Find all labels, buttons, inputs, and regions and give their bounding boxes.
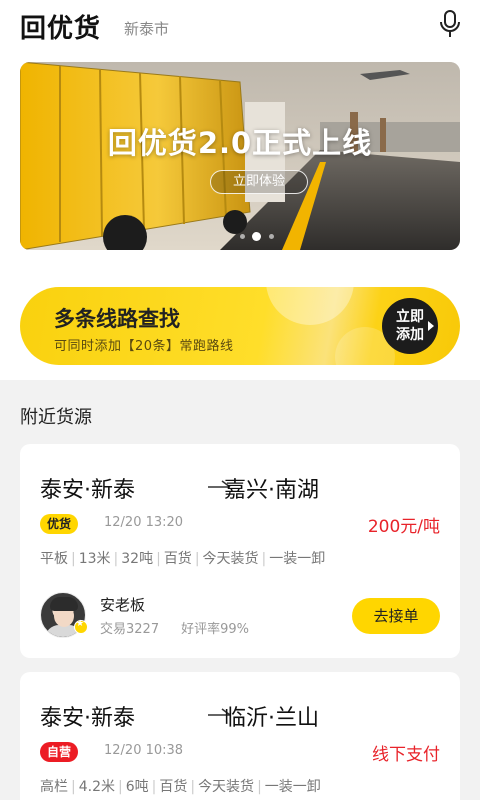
origin: 泰安·新泰 <box>40 706 135 731</box>
route-card-title: 多条线路查找 <box>54 307 180 331</box>
play-arrow-icon <box>428 321 434 331</box>
section-title: 附近货源 <box>20 407 92 428</box>
cargo-tags: 高栏 | 4.2米 | 6吨 | 百货 | 今天装货 | 一装一卸 <box>40 779 321 795</box>
payment-method: 线下支付 <box>372 745 440 765</box>
tag-vehicle: 高栏 <box>40 779 68 795</box>
app-title: 回优货 <box>20 14 102 44</box>
promo-banner[interactable]: 回优货2.0正式上线 立即体验 <box>20 62 460 250</box>
origin: 泰安·新泰 <box>40 478 135 503</box>
owner-name: 安老板 <box>100 596 146 614</box>
carousel-dot[interactable] <box>269 234 274 239</box>
cargo-card[interactable]: 泰安·新泰 临沂·兰山 自营 12/20 10:38 线下支付 高栏 | 4.2米 |… <box>20 672 460 800</box>
cargo-tags: 平板 | 13米 | 32吨 | 百货 | 今天装货 | 一装一卸 <box>40 551 326 567</box>
accept-order-button[interactable]: 去接单 <box>352 598 440 634</box>
carousel-dot-active[interactable] <box>252 232 261 241</box>
multi-route-card[interactable]: 多条线路查找 可同时添加【20条】常跑路线 立即 添加 <box>20 287 460 365</box>
tag-length: 4.2米 <box>78 779 115 795</box>
try-now-button[interactable]: 立即体验 <box>210 170 308 194</box>
post-time: 12/20 13:20 <box>104 515 184 530</box>
vip-star-icon <box>74 619 88 634</box>
tag-vehicle: 平板 <box>40 551 68 567</box>
cargo-route: 泰安·新泰 临沂·兰山 <box>40 700 319 732</box>
microphone-icon[interactable] <box>436 8 464 40</box>
post-time: 12/20 10:38 <box>104 743 184 758</box>
tag-loading: 今天装货 <box>202 551 259 567</box>
add-route-button[interactable]: 立即 添加 <box>382 298 438 354</box>
tag-mode: 一装一卸 <box>264 779 321 795</box>
deal-count: 交易3227 <box>100 622 160 637</box>
tag-length: 13米 <box>78 551 111 567</box>
destination: 嘉兴·南湖 <box>224 478 319 503</box>
tag-weight: 6吨 <box>125 779 149 795</box>
tag-goods: 百货 <box>159 779 188 795</box>
tag-weight: 32吨 <box>121 551 154 567</box>
carousel-dot[interactable] <box>240 234 245 239</box>
tag-loading: 今天装货 <box>198 779 255 795</box>
banner-title: 回优货2.0正式上线 <box>107 126 373 160</box>
destination: 临沂·兰山 <box>224 706 319 731</box>
route-card-subtitle: 可同时添加【20条】常跑路线 <box>54 339 234 354</box>
app-header: 回优货 新泰市 <box>0 0 480 50</box>
cargo-route: 泰安·新泰 嘉兴·南湖 <box>40 472 319 504</box>
rating: 好评率99% <box>181 622 249 637</box>
owner-stats: 交易3227 好评率99% <box>100 618 249 637</box>
quality-badge: 优货 <box>40 514 79 534</box>
cargo-card[interactable]: 泰安·新泰 嘉兴·南湖 优货 12/20 13:20 200元/吨 平板 | 13米… <box>20 444 460 658</box>
tag-mode: 一装一卸 <box>269 551 326 567</box>
price: 200元/吨 <box>367 517 440 537</box>
tag-goods: 百货 <box>163 551 192 567</box>
self-operated-badge: 自营 <box>40 742 79 762</box>
city-selector[interactable]: 新泰市 <box>124 18 169 39</box>
